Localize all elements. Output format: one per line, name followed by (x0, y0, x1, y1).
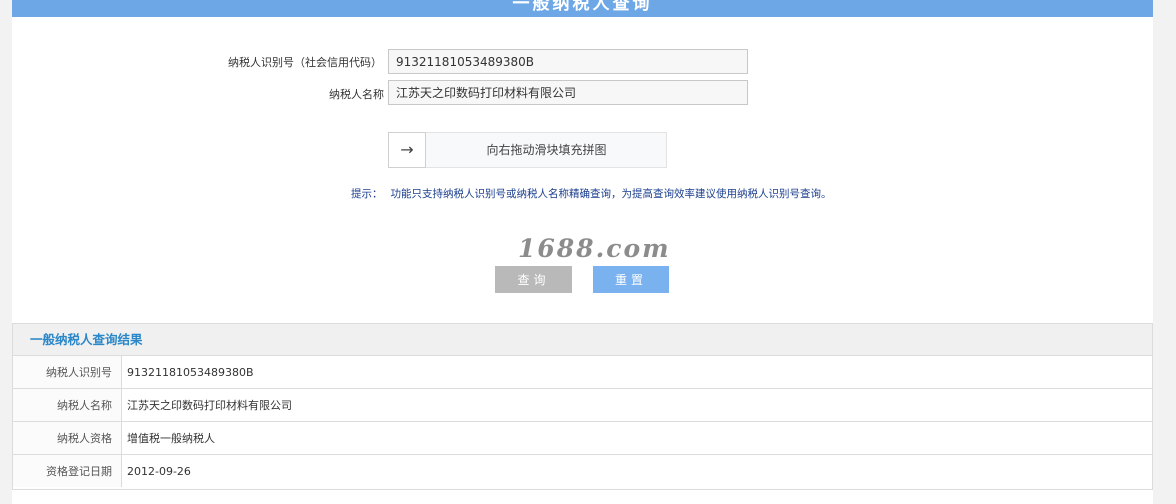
row-value: 增值税一般纳税人 (121, 421, 1152, 455)
table-row: 纳税人识别号 91321181053489380B (13, 356, 1152, 389)
row-label: 资格登记日期 (13, 454, 122, 487)
query-panel: 一般纳税人查询 纳税人识别号（社会信用代码） 纳税人名称 → 向右拖动滑块填充拼… (12, 0, 1153, 504)
table-row: 资格登记日期 2012-09-26 (13, 454, 1152, 487)
table-row: 纳税人资格 增值税一般纳税人 (13, 421, 1152, 455)
slider-instruction: 向右拖动滑块填充拼图 (486, 143, 607, 157)
row-label: 纳税人识别号 (13, 356, 122, 389)
page-title: 一般纳税人查询 (512, 0, 653, 14)
results-section: 一般纳税人查询结果 纳税人识别号 91321181053489380B 纳税人名… (12, 323, 1153, 490)
row-label: 纳税人资格 (13, 421, 122, 455)
query-hint: 提示： 功能只支持纳税人识别号或纳税人名称精确查询，为提高查询效率建议使用纳税人识… (351, 186, 832, 201)
row-value: 江苏天之印数码打印材料有限公司 (121, 388, 1152, 422)
hint-text: 功能只支持纳税人识别号或纳税人名称精确查询，为提高查询效率建议使用纳税人识别号查… (390, 188, 832, 200)
arrow-right-icon: → (400, 140, 414, 159)
slider-handle[interactable]: → (388, 132, 426, 168)
row-value: 2012-09-26 (127, 464, 191, 478)
taxpayer-id-input[interactable] (388, 49, 748, 74)
page-header-bar: 一般纳税人查询 (12, 0, 1153, 17)
slider-captcha[interactable]: → 向右拖动滑块填充拼图 (388, 132, 667, 168)
table-row: 纳税人名称 江苏天之印数码打印材料有限公司 (13, 388, 1152, 422)
taxpayer-name-label: 纳税人名称 (329, 88, 384, 101)
reset-button[interactable]: 重置 (593, 266, 669, 293)
results-table: 纳税人识别号 91321181053489380B 纳税人名称 江苏天之印数码打… (13, 356, 1152, 487)
row-label: 纳税人名称 (13, 388, 122, 422)
query-button[interactable]: 查询 (495, 266, 572, 293)
row-value: 91321181053489380B (121, 356, 1152, 389)
watermark-logo: 1688.com (518, 234, 671, 263)
taxpayer-name-input[interactable] (388, 80, 748, 105)
results-title: 一般纳税人查询结果 (13, 324, 1152, 356)
taxpayer-id-label: 纳税人识别号（社会信用代码） (228, 56, 382, 69)
hint-label: 提示： (351, 188, 383, 200)
